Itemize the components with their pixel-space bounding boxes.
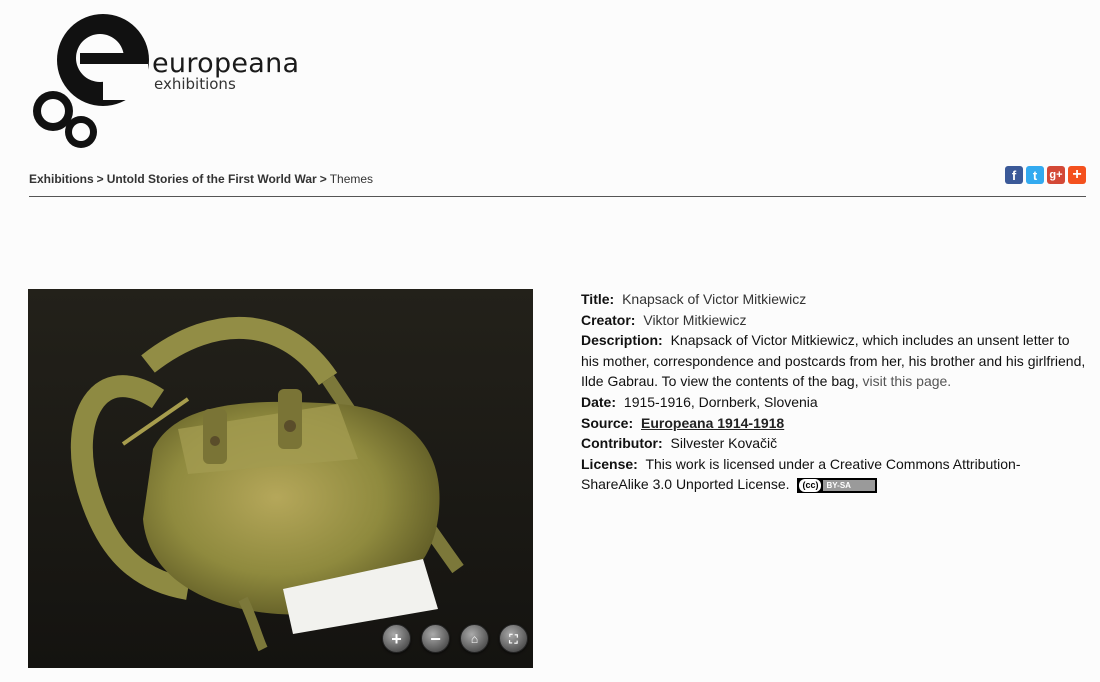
contributor-value: Silvester Kovačič <box>670 435 778 452</box>
google-plus-icon[interactable]: g+ <box>1047 166 1065 184</box>
home-button[interactable]: ⌂ <box>460 624 489 653</box>
item-image-viewer[interactable]: + − ⌂ ⛶ <box>28 289 533 668</box>
europeana-logo[interactable]: europeana exhibitions <box>30 8 300 150</box>
zoom-in-button[interactable]: + <box>382 624 411 653</box>
social-share-bar: f t g+ + <box>1005 166 1086 184</box>
meta-date: Date: 1915-1916, Dornberk, Slovenia <box>581 392 1086 413</box>
breadcrumb: Exhibitions > Untold Stories of the First … <box>29 172 373 186</box>
cc-by-sa-label: BY-SA <box>823 480 875 492</box>
europeana-logo-icon <box>33 14 149 148</box>
creator-label: Creator: <box>581 311 636 328</box>
creator-value: Viktor Mitkiewicz <box>643 311 747 328</box>
meta-contributor: Contributor: Silvester Kovačič <box>581 433 1086 454</box>
meta-license: License: This work is licensed under a C… <box>581 454 1086 495</box>
item-metadata: Title: Knapsack of Victor Mitkiewicz Cre… <box>581 289 1086 495</box>
license-label: License: <box>581 455 638 472</box>
description-label: Description: <box>581 332 663 349</box>
brand-name: europeana <box>152 48 300 79</box>
twitter-icon[interactable]: t <box>1026 166 1044 184</box>
source-label: Source: <box>581 414 634 431</box>
contributor-label: Contributor: <box>581 435 663 452</box>
zoom-out-button[interactable]: − <box>421 624 450 653</box>
meta-source: Source: Europeana 1914-1918 <box>581 413 1086 434</box>
facebook-icon[interactable]: f <box>1005 166 1023 184</box>
breadcrumb-separator: > <box>319 172 327 186</box>
cc-icon: (cc) <box>799 479 822 493</box>
title-value: Knapsack of Victor Mitkiewicz <box>622 291 807 307</box>
meta-title: Title: Knapsack of Victor Mitkiewicz <box>581 289 1086 310</box>
date-label: Date: <box>581 393 617 410</box>
visit-page-link[interactable]: visit this page. <box>862 373 951 389</box>
knapsack-photo <box>28 289 533 668</box>
title-label: Title: <box>581 291 615 307</box>
source-link[interactable]: Europeana 1914-1918 <box>641 415 784 431</box>
date-value: 1915-1916, Dornberk, Slovenia <box>623 393 818 410</box>
meta-creator: Creator: Viktor Mitkiewicz <box>581 310 1086 331</box>
breadcrumb-separator: > <box>96 172 104 186</box>
meta-description: Description: Knapsack of Victor Mitkiewi… <box>581 330 1086 392</box>
breadcrumb-untold-stories[interactable]: Untold Stories of the First World War <box>107 172 317 186</box>
viewer-controls: + − ⌂ ⛶ <box>382 624 528 653</box>
brand-tagline: exhibitions <box>154 75 236 93</box>
fullscreen-button[interactable]: ⛶ <box>499 624 528 653</box>
cc-by-sa-badge[interactable]: (cc) BY-SA <box>797 478 877 494</box>
addthis-icon[interactable]: + <box>1068 166 1086 184</box>
header-divider <box>29 196 1086 197</box>
breadcrumb-current: Themes <box>329 172 374 186</box>
breadcrumb-exhibitions[interactable]: Exhibitions <box>29 172 94 186</box>
